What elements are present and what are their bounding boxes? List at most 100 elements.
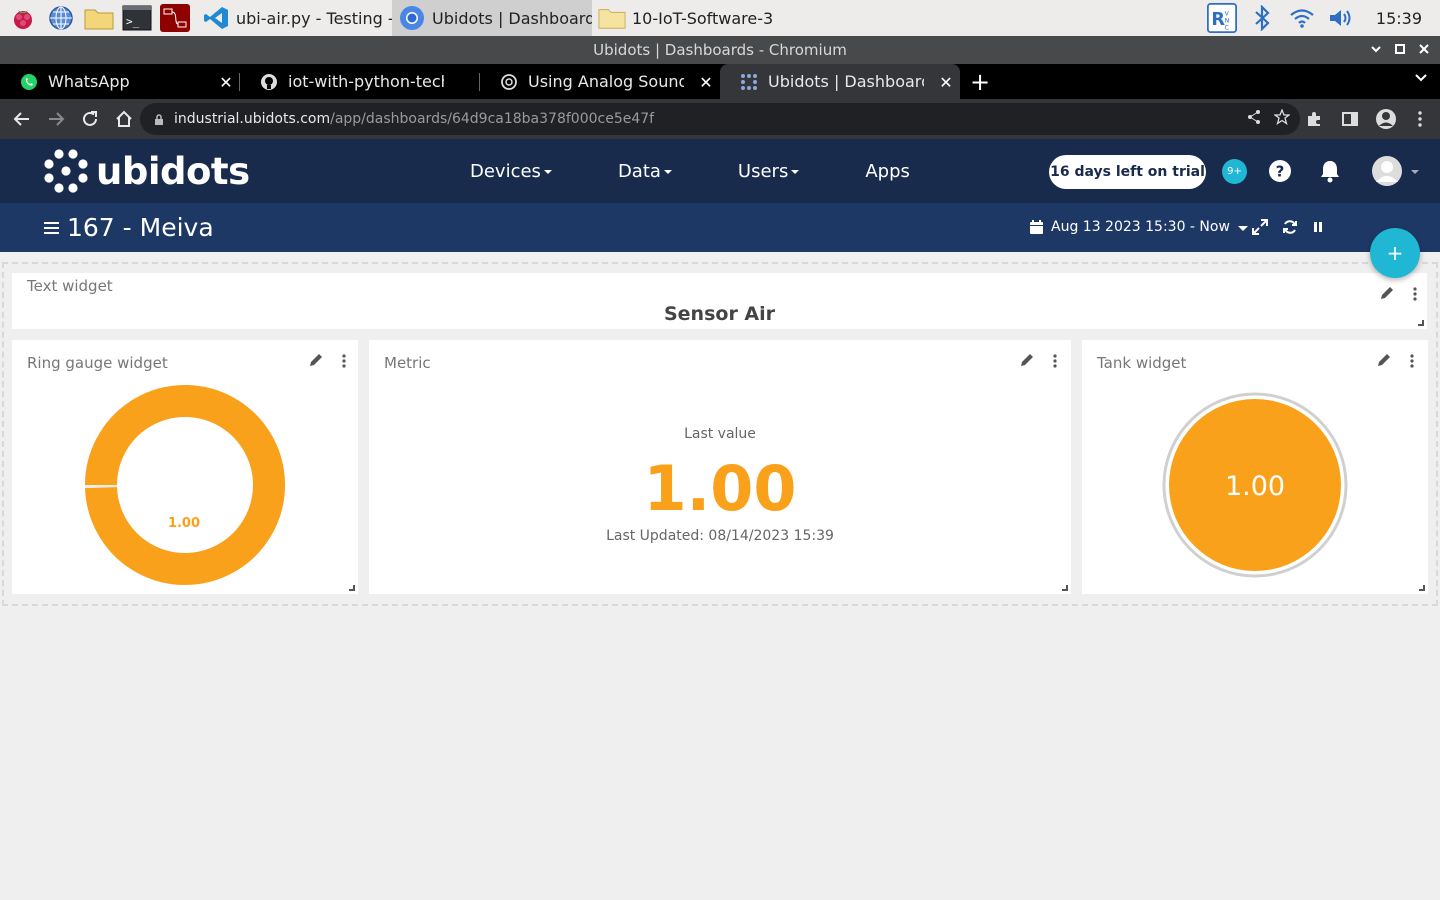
expand-icon[interactable] <box>1252 219 1268 239</box>
volume-icon[interactable] <box>1327 3 1357 33</box>
user-menu[interactable] <box>1371 155 1419 187</box>
nav-apps[interactable]: Apps <box>865 161 910 182</box>
wifi-icon[interactable] <box>1287 3 1317 33</box>
add-widget-button[interactable]: + <box>1370 228 1420 278</box>
vnc-icon[interactable]: RVNC <box>1206 3 1237 33</box>
widget-menu-icon[interactable] <box>1413 286 1417 305</box>
tank-value: 1.00 <box>1225 471 1285 502</box>
new-tab-button[interactable]: + <box>960 64 1000 99</box>
avatar <box>1372 156 1402 186</box>
back-icon[interactable] <box>6 103 38 135</box>
reload-icon[interactable] <box>74 103 106 135</box>
metric-widget: Metric Last value 1.00 Last Updated: 08/… <box>369 340 1071 594</box>
edit-pencil-icon[interactable] <box>1019 352 1035 372</box>
vscode-icon <box>202 4 230 32</box>
chatgpt-icon <box>500 73 518 91</box>
ring-gauge: 1.00 <box>85 385 285 585</box>
profile-icon[interactable] <box>1372 108 1400 130</box>
text-widget-content: Sensor Air <box>663 303 776 325</box>
system-clock[interactable]: 15:39 <box>1376 9 1422 28</box>
tab-ubidots[interactable]: Ubidots | Dashboards ✕ <box>720 64 960 99</box>
edit-pencil-icon[interactable] <box>1379 285 1395 305</box>
extensions-icon[interactable] <box>1300 111 1328 127</box>
address-bar[interactable]: industrial.ubidots.com/app/dashboards/64… <box>140 103 1300 135</box>
tank-gauge: 1.00 <box>1162 392 1348 578</box>
svg-text:?: ? <box>1276 163 1285 181</box>
tab-close-icon[interactable]: ✕ <box>936 72 956 92</box>
dashboard-name: 167 - Meiva <box>67 213 214 242</box>
help-icon[interactable]: ? <box>1268 159 1292 183</box>
bookmark-star-icon[interactable] <box>1273 108 1291 129</box>
caret-down-icon <box>791 170 800 174</box>
browser-tab-strip: WhatsApp ✕ iot-with-python-technical Usi… <box>0 64 1440 99</box>
resize-handle[interactable] <box>1419 585 1425 591</box>
metric-label: Last value <box>684 426 756 442</box>
lock-icon[interactable] <box>154 113 164 126</box>
resize-handle[interactable] <box>1418 320 1424 326</box>
metric-value: 1.00 <box>643 452 797 525</box>
svg-text:N: N <box>1225 17 1230 24</box>
tab-github[interactable]: iot-with-python-technical <box>240 64 480 99</box>
tank-widget: Tank widget 1.00 <box>1082 340 1428 594</box>
calendar-icon <box>1030 220 1043 234</box>
dashboard-subheader: 167 - Meiva Aug 13 2023 15:30 - Now <box>0 203 1440 252</box>
tab-whatsapp[interactable]: WhatsApp ✕ <box>0 64 240 99</box>
home-icon[interactable] <box>108 103 140 135</box>
caret-down-icon <box>1411 170 1419 174</box>
metric-last-updated: Last Updated: 08/14/2023 15:39 <box>606 528 834 544</box>
chromium-icon <box>398 4 426 32</box>
browser-menu-icon[interactable] <box>1408 111 1432 127</box>
caret-down-icon <box>543 170 552 174</box>
window-titlebar: Ubidots | Dashboards - Chromium <box>0 36 1440 64</box>
close-window-icon[interactable] <box>1418 43 1430 58</box>
ring-gauge-widget: Ring gauge widget 1.00 <box>12 340 358 594</box>
share-icon[interactable] <box>1246 109 1262 129</box>
pause-icon[interactable] <box>1312 219 1324 239</box>
browser-launcher-icon[interactable] <box>46 3 76 33</box>
logo-text: ubidots <box>96 149 250 193</box>
dashboard-title[interactable]: 167 - Meiva <box>44 213 214 242</box>
nav-devices[interactable]: Devices <box>470 161 552 182</box>
node-red-icon[interactable] <box>160 3 190 33</box>
taskbar-task-vscode[interactable]: ubi-air.py - Testing - ... <box>196 0 392 36</box>
ubidots-favicon <box>740 73 758 91</box>
ring-gauge-value: 1.00 <box>168 516 200 531</box>
resize-handle[interactable] <box>1062 585 1068 591</box>
bell-icon[interactable] <box>1319 159 1341 183</box>
nav-users[interactable]: Users <box>738 161 800 182</box>
widget-title: Metric <box>384 354 431 372</box>
menu-icon[interactable] <box>44 221 59 235</box>
taskbar-task-folder[interactable]: 10-IoT-Software-3 <box>592 0 772 36</box>
forward-icon[interactable] <box>40 103 72 135</box>
widget-menu-icon[interactable] <box>1053 353 1057 372</box>
svg-text:C: C <box>1225 24 1229 31</box>
os-taskbar: >_ ubi-air.py - Testing - ... Ubidots | … <box>0 0 1440 36</box>
main-nav: Devices Data Users Apps <box>470 139 976 203</box>
tab-search-chevron-icon[interactable] <box>1414 70 1428 89</box>
raspberry-menu-icon[interactable] <box>8 3 38 33</box>
window-title: Ubidots | Dashboards - Chromium <box>593 41 847 59</box>
side-panel-icon[interactable] <box>1336 111 1364 127</box>
nav-data[interactable]: Data <box>618 161 672 182</box>
date-range-picker[interactable]: Aug 13 2023 15:30 - Now <box>1030 219 1248 235</box>
bluetooth-icon[interactable] <box>1247 3 1277 33</box>
refresh-icon[interactable] <box>1282 219 1298 239</box>
updates-badge[interactable]: 9+ <box>1222 159 1247 184</box>
maximize-icon[interactable] <box>1394 43 1406 58</box>
tab-close-icon[interactable]: ✕ <box>696 72 716 92</box>
whatsapp-icon <box>20 73 38 91</box>
resize-handle[interactable] <box>349 585 355 591</box>
tab-chatgpt[interactable]: Using Analog Sound Sen ✕ <box>480 64 720 99</box>
ubidots-logo[interactable]: ubidots <box>44 149 250 193</box>
minimize-icon[interactable] <box>1370 43 1382 58</box>
github-icon <box>260 73 278 91</box>
tab-close-icon[interactable]: ✕ <box>216 72 236 92</box>
taskbar-task-chromium[interactable]: Ubidots | Dashboard... <box>392 0 592 36</box>
date-range-text: Aug 13 2023 15:30 - Now <box>1051 219 1230 235</box>
svg-text:R: R <box>1211 10 1225 30</box>
svg-text:>_: >_ <box>126 15 140 28</box>
ring-gauge-value-arc <box>85 385 285 585</box>
terminal-icon[interactable]: >_ <box>122 3 152 33</box>
file-manager-icon[interactable] <box>84 3 114 33</box>
trial-button[interactable]: 16 days left on trial <box>1049 155 1206 189</box>
